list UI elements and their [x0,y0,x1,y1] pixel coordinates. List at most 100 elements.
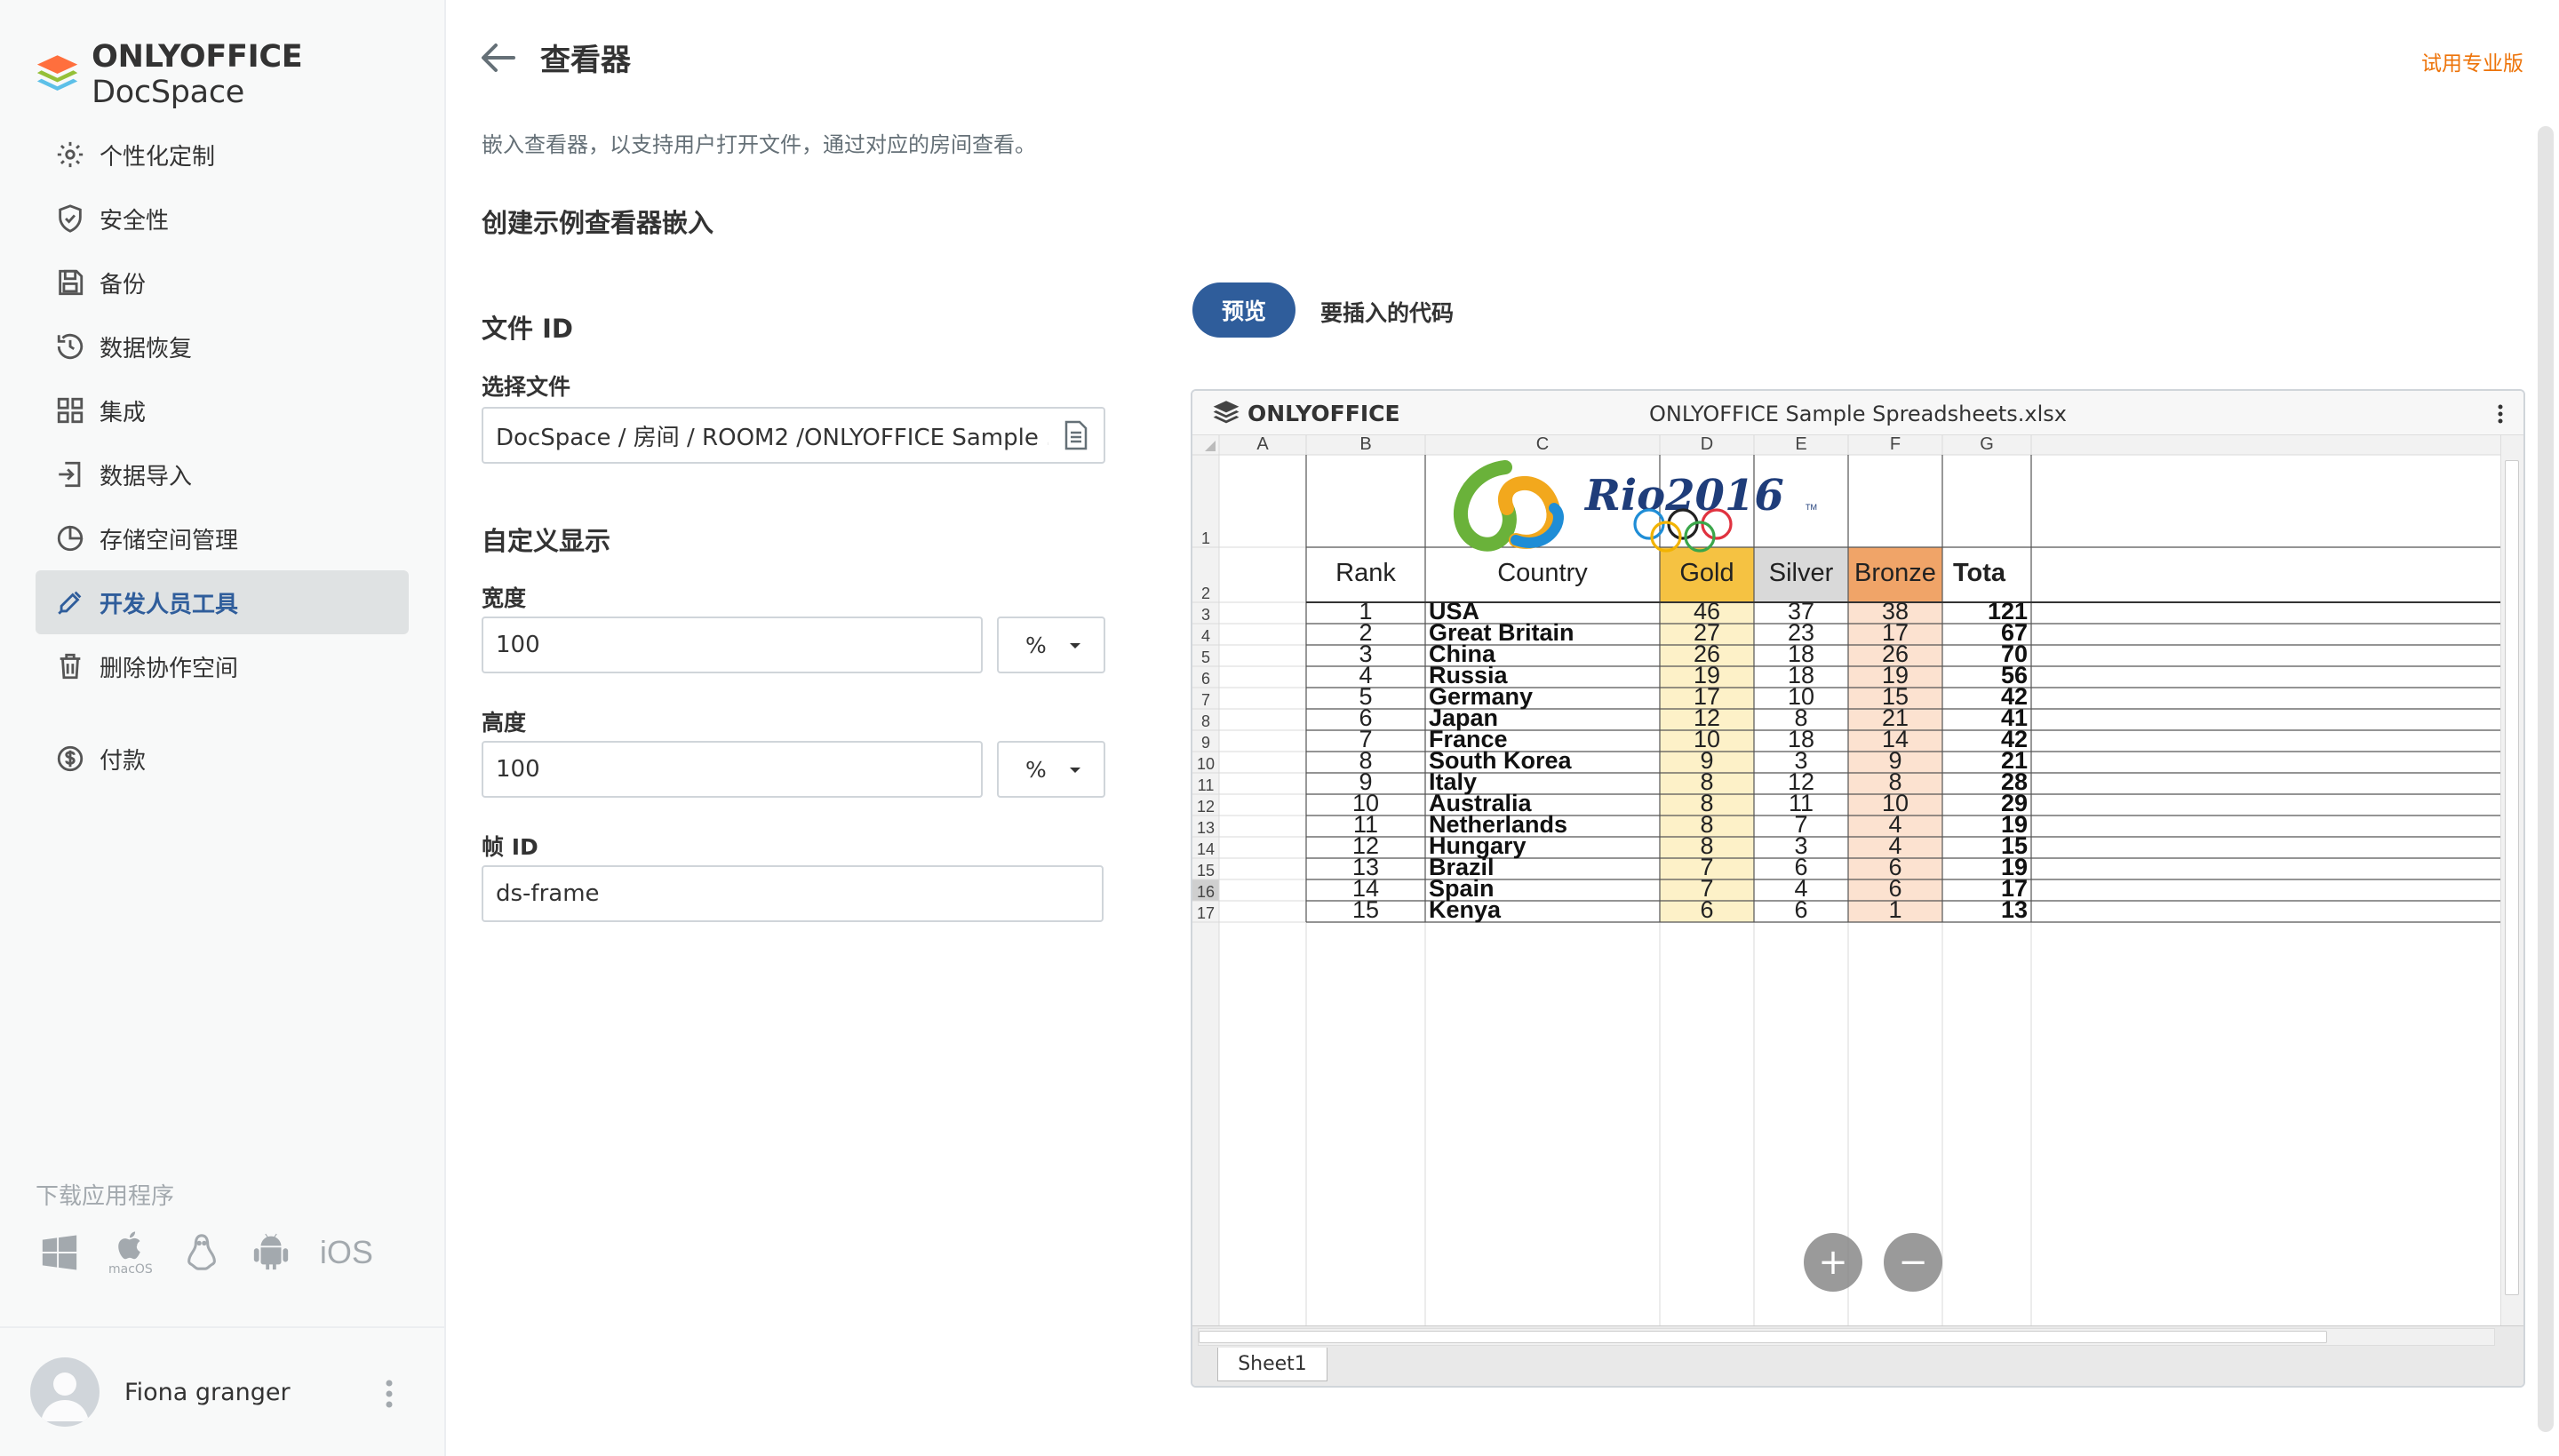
sidebar-item-label: 备份 [100,271,147,298]
row-header-17: 17 [1197,904,1215,922]
frame-id-input[interactable]: ds-frame [482,865,1104,922]
sidebar-item-integration[interactable]: 集成 [36,378,409,442]
row-header-15: 15 [1197,862,1215,879]
column-header-G: G [1980,435,1994,454]
horizontal-scrollbar[interactable] [1198,1328,2495,1346]
header-cell: Bronze [1854,559,1936,587]
tab-code[interactable]: 要插入的代码 [1320,296,1454,328]
column-header-C: C [1536,435,1549,454]
page-description: 嵌入查看器，以支持用户打开文件，通过对应的房间查看。 [482,132,1036,157]
windows-icon[interactable] [39,1232,80,1273]
sidebar-item-security[interactable]: 安全性 [36,187,409,251]
page-header: 查看器 [480,36,631,79]
download-apps: macOS iOS [39,1229,373,1277]
more-vertical-icon[interactable] [384,1378,395,1410]
header-cell-total: Tota [1953,559,2006,587]
download-apps-title: 下载应用程序 [36,1183,175,1210]
tab-preview[interactable]: 预览 [1192,282,1295,338]
android-icon[interactable] [251,1232,291,1273]
file-id-title: 文件 ID [482,314,573,344]
silver-cell: 6 [1794,896,1807,923]
vertical-scroll-thumb[interactable] [2505,460,2519,1295]
sidebar-item-label: 删除协作空间 [100,655,239,682]
grid-icon [57,397,84,424]
header-cell: Gold [1679,559,1734,587]
user-profile[interactable]: Fiona granger [0,1326,444,1456]
zoom-in-button[interactable]: + [1804,1233,1862,1292]
upgrade-link[interactable]: 试用专业版 [2421,46,2523,76]
sheet-tab[interactable]: Sheet1 [1217,1348,1327,1381]
width-unit-select[interactable]: % [997,617,1105,673]
row-header-4: 4 [1201,627,1210,645]
macos-icon[interactable]: macOS [108,1229,153,1277]
linux-icon[interactable] [181,1231,222,1274]
import-icon [59,461,81,488]
sidebar-item-customization[interactable]: 个性化定制 [36,123,409,187]
sidebar-item-label: 付款 [100,747,147,775]
section-title-create-embed: 创建示例查看器嵌入 [482,208,714,238]
select-file-button[interactable] [1048,407,1105,464]
tools-icon [58,591,82,615]
bronze-cell: 1 [1888,896,1901,923]
sidebar-item-label: 个性化定制 [100,143,216,171]
sidebar-item-label: 数据恢复 [100,335,193,362]
row-header-14: 14 [1197,840,1215,858]
trash-icon [60,653,81,680]
sidebar-item-delete-space[interactable]: 删除协作空间 [36,634,409,698]
sidebar-item-label: 存储空间管理 [100,527,239,554]
page-scrollbar[interactable] [2538,126,2554,1432]
onlyoffice-logo-icon [36,55,78,91]
pie-chart-icon [57,525,84,552]
sidebar-item-data-import[interactable]: 数据导入 [36,442,409,506]
restore-icon [57,333,84,360]
viewer-toolbar: ONLYOFFICE ONLYOFFICE Sample Spreadsheet… [1192,391,2523,435]
arrow-left-icon[interactable] [480,42,515,74]
row-header-11: 11 [1198,776,1215,794]
avatar[interactable] [30,1357,100,1427]
row-header-3: 3 [1201,606,1210,624]
ios-icon[interactable]: iOS [320,1234,373,1271]
sidebar-item-storage[interactable]: 存储空间管理 [36,506,409,570]
sidebar-item-backup[interactable]: 备份 [36,251,409,314]
row-header-7: 7 [1201,691,1210,709]
more-vertical-icon[interactable] [2497,403,2504,425]
width-unit-value: % [1025,632,1047,658]
sidebar-item-developer-tools[interactable]: 开发人员工具 [36,570,409,634]
height-unit-select[interactable]: % [997,741,1105,798]
height-input[interactable]: 100 [482,741,983,798]
docspace-logo[interactable]: ONLYOFFICE DocSpace [36,39,444,110]
select-file-input[interactable]: DocSpace / 房间 / ROOM2 /ONLYOFFICE Sample… [482,407,1050,464]
column-header-F: F [1890,435,1901,454]
settings-nav: 个性化定制 安全性 备份 数据恢复 集成 数据导入 存储空间管理 开发人员工具 … [36,123,409,791]
total-cell: 13 [2001,896,2028,923]
vertical-scrollbar[interactable] [2500,435,2523,1325]
horizontal-scroll-thumb[interactable] [1199,1331,2327,1343]
row-header-8: 8 [1201,712,1210,730]
shield-icon [59,204,82,233]
row-header-16: 16 [1197,883,1215,901]
rank-cell: 15 [1352,896,1379,923]
header-cell: Country [1497,559,1588,587]
spreadsheet-grid[interactable]: A B C D E F G1234567891011121314151617Rank Coun… [1192,435,2504,1325]
country-cell: Kenya [1429,896,1502,923]
sidebar-item-restore[interactable]: 数据恢复 [36,314,409,378]
chevron-down-icon [1070,643,1080,648]
header-cell: Silver [1769,559,1834,587]
page-title: 查看器 [540,43,631,78]
column-header-D: D [1701,435,1713,454]
row-header-12: 12 [1197,798,1215,816]
sidebar-item-label: 集成 [100,399,147,426]
column-header-A: A [1256,435,1269,454]
column-header-E: E [1795,435,1806,454]
width-input[interactable]: 100 [482,617,983,673]
row-header-6: 6 [1201,670,1210,688]
dollar-icon [57,745,84,772]
macos-label: macOS [108,1262,153,1277]
sidebar-item-payments[interactable]: 付款 [36,727,409,791]
frame-id-label: 帧 ID [482,834,538,860]
viewer-frame: ONLYOFFICE ONLYOFFICE Sample Spreadsheet… [1191,389,2525,1388]
rio-logo-text: Rio2016 [1583,471,1784,521]
chevron-down-icon [1070,768,1080,773]
gold-cell: 6 [1700,896,1713,923]
zoom-out-button[interactable]: − [1884,1233,1942,1292]
